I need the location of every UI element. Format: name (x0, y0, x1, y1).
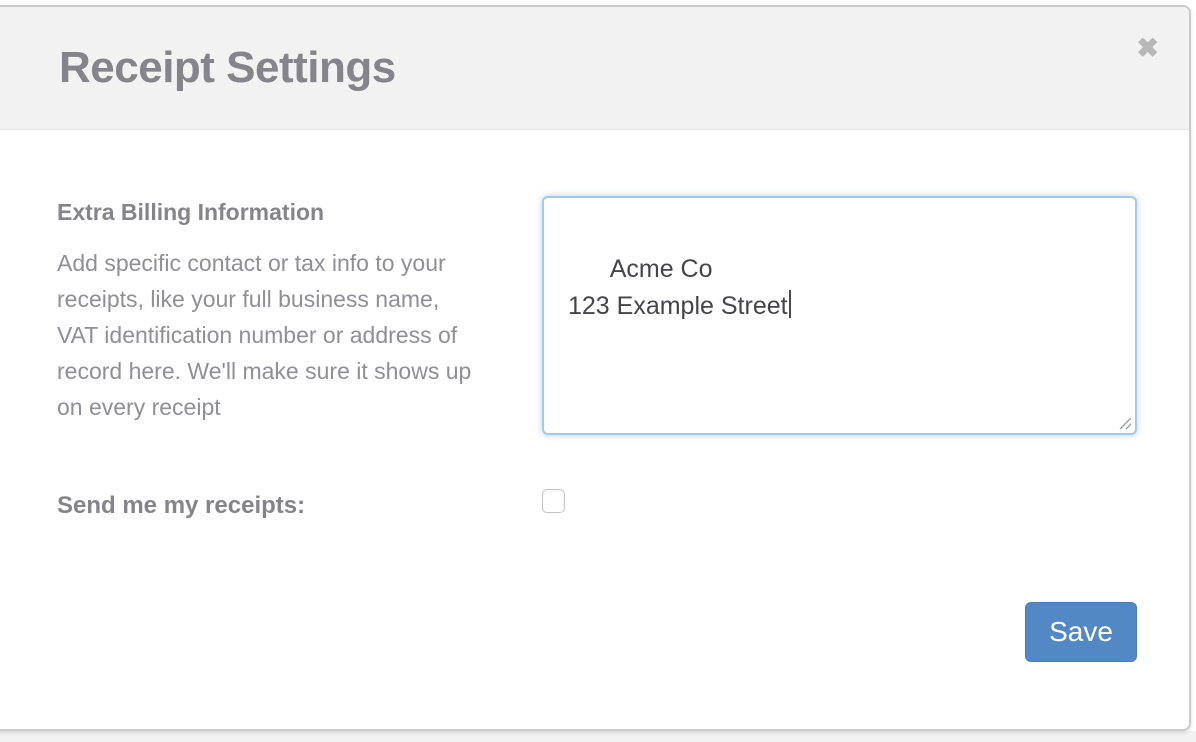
save-button[interactable]: Save (1025, 602, 1137, 662)
send-receipts-checkbox[interactable] (542, 489, 565, 513)
billing-info-section: Extra Billing Information Add specific c… (57, 199, 477, 425)
text-cursor-icon (789, 290, 791, 318)
modal-title: Receipt Settings (59, 43, 396, 93)
billing-info-description: Add specific contact or tax info to your… (57, 245, 477, 425)
modal-header: Receipt Settings ✖ (0, 7, 1189, 130)
textarea-value: Acme Co 123 Example Street (568, 255, 788, 320)
send-receipts-label: Send me my receipts: (57, 492, 305, 520)
resize-handle-icon[interactable] (1119, 417, 1132, 430)
receipt-settings-modal: Receipt Settings ✖ Extra Billing Informa… (0, 5, 1191, 731)
close-icon[interactable]: ✖ (1136, 35, 1159, 62)
page-background (0, 731, 1196, 742)
extra-billing-textarea[interactable]: Acme Co 123 Example Street (542, 196, 1137, 435)
modal-body: Extra Billing Information Add specific c… (0, 130, 1189, 730)
billing-info-label: Extra Billing Information (57, 199, 477, 226)
